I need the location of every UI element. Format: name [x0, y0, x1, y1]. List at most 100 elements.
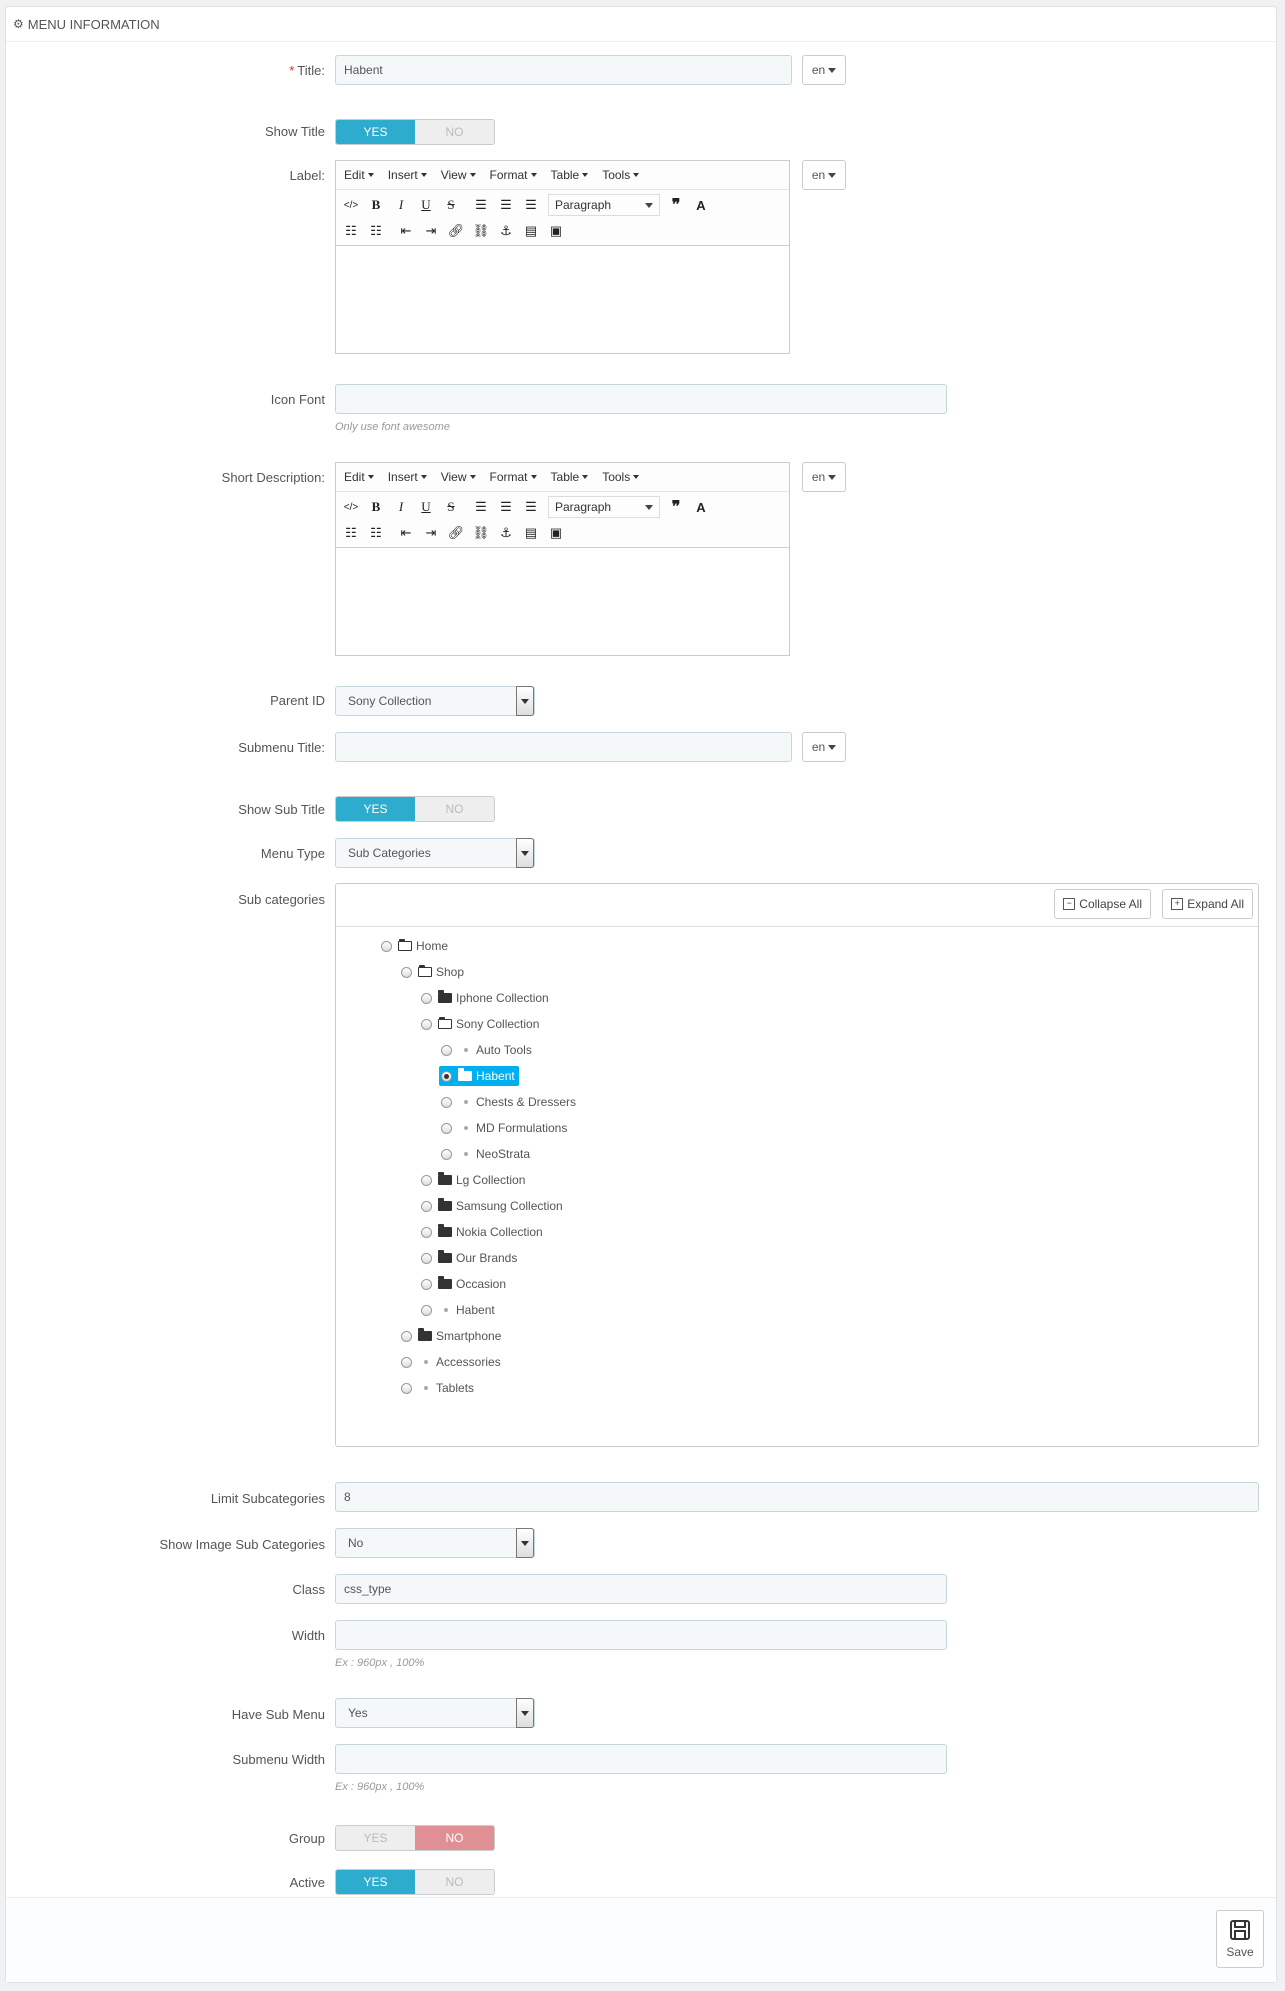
- numbered-list-icon[interactable]: ☷: [364, 220, 388, 242]
- show-sub-title-switch[interactable]: YES NO: [335, 796, 495, 822]
- paragraph-select[interactable]: Paragraph: [548, 194, 660, 216]
- class-input[interactable]: css_type: [335, 1574, 947, 1604]
- tree-node[interactable]: Chests & Dressers: [441, 1092, 576, 1112]
- paragraph-select[interactable]: Paragraph: [548, 496, 660, 518]
- label-editor-area[interactable]: [336, 246, 789, 354]
- tree-node[interactable]: Occasion: [421, 1274, 506, 1294]
- outdent-icon[interactable]: ⇤: [394, 220, 418, 242]
- group-yes[interactable]: YES: [336, 1826, 415, 1850]
- tree-node-radio[interactable]: [441, 1122, 452, 1134]
- active-switch[interactable]: YES NO: [335, 1869, 495, 1895]
- parent-id-select[interactable]: Sony Collection: [335, 686, 535, 716]
- bullet-list-icon[interactable]: ☷: [339, 220, 363, 242]
- bold-icon[interactable]: B: [364, 496, 388, 518]
- tree-node[interactable]: Auto Tools: [441, 1040, 532, 1060]
- tree-node-radio[interactable]: [421, 1278, 432, 1290]
- unlink-icon[interactable]: ⛓: [469, 522, 493, 544]
- tree-node-radio[interactable]: [381, 940, 392, 952]
- tree-node-radio[interactable]: [401, 1356, 412, 1368]
- menu-tools[interactable]: Tools: [602, 470, 640, 484]
- tree-node-radio[interactable]: [401, 1382, 412, 1394]
- show-image-sub-categories-select[interactable]: No: [335, 1528, 535, 1558]
- tree-node-radio[interactable]: [441, 1070, 452, 1082]
- blockquote-icon[interactable]: ❞: [664, 496, 688, 518]
- active-yes[interactable]: YES: [336, 1870, 415, 1894]
- submenu-title-lang-button[interactable]: en: [802, 732, 846, 762]
- tree-node[interactable]: Smartphone: [401, 1326, 501, 1346]
- tree-node-radio[interactable]: [421, 1174, 432, 1186]
- indent-icon[interactable]: ⇥: [419, 220, 443, 242]
- anchor-icon[interactable]: ⚓︎: [494, 220, 518, 242]
- outdent-icon[interactable]: ⇤: [394, 522, 418, 544]
- blockquote-icon[interactable]: ❞: [664, 194, 688, 216]
- tree-node[interactable]: Tablets: [401, 1378, 474, 1398]
- expand-all-button[interactable]: + Expand All: [1162, 889, 1253, 919]
- tree-node-radio[interactable]: [441, 1096, 452, 1108]
- show-title-yes[interactable]: YES: [336, 120, 415, 144]
- icon-font-input[interactable]: [335, 384, 947, 414]
- menu-format[interactable]: Format: [490, 168, 537, 182]
- group-no[interactable]: NO: [415, 1826, 494, 1850]
- tree-node-radio[interactable]: [421, 1252, 432, 1264]
- unlink-icon[interactable]: ⛓: [469, 220, 493, 242]
- short-description-editor[interactable]: Edit Insert View Format Table Tools </> …: [335, 462, 790, 656]
- image-icon[interactable]: ▣: [544, 522, 568, 544]
- tree-node-radio[interactable]: [421, 1018, 432, 1030]
- anchor-icon[interactable]: ⚓︎: [494, 522, 518, 544]
- numbered-list-icon[interactable]: ☷: [364, 522, 388, 544]
- label-rich-editor[interactable]: Edit Insert View Format Table Tools </> …: [335, 160, 790, 354]
- media-icon[interactable]: ▤: [519, 220, 543, 242]
- menu-edit[interactable]: Edit: [344, 168, 374, 182]
- limit-subcategories-input[interactable]: 8: [335, 1482, 1259, 1512]
- bold-icon[interactable]: B: [364, 194, 388, 216]
- link-icon[interactable]: 🔗︎: [444, 220, 468, 242]
- show-title-switch[interactable]: YES NO: [335, 119, 495, 145]
- menu-tools[interactable]: Tools: [602, 168, 640, 182]
- menu-edit[interactable]: Edit: [344, 470, 374, 484]
- code-icon[interactable]: </>: [339, 194, 363, 216]
- align-right-icon[interactable]: ☰: [519, 496, 543, 518]
- title-lang-button[interactable]: en: [802, 55, 846, 85]
- menu-insert[interactable]: Insert: [388, 168, 427, 182]
- align-center-icon[interactable]: ☰: [494, 496, 518, 518]
- code-icon[interactable]: </>: [339, 496, 363, 518]
- italic-icon[interactable]: I: [389, 496, 413, 518]
- align-right-icon[interactable]: ☰: [519, 194, 543, 216]
- tree-node-radio[interactable]: [441, 1044, 452, 1056]
- show-title-no[interactable]: NO: [415, 120, 494, 144]
- link-icon[interactable]: 🔗︎: [444, 522, 468, 544]
- tree-node-radio[interactable]: [421, 992, 432, 1004]
- have-sub-menu-select[interactable]: Yes: [335, 1698, 535, 1728]
- tree-node[interactable]: Lg Collection: [421, 1170, 525, 1190]
- tree-node[interactable]: Iphone Collection: [421, 988, 549, 1008]
- tree-node[interactable]: Samsung Collection: [421, 1196, 563, 1216]
- show-sub-title-yes[interactable]: YES: [336, 797, 415, 821]
- group-switch[interactable]: YES NO: [335, 1825, 495, 1851]
- title-input[interactable]: Habent: [335, 55, 792, 85]
- save-button[interactable]: Save: [1216, 1910, 1264, 1968]
- tree-node-radio[interactable]: [441, 1148, 452, 1160]
- submenu-width-input[interactable]: [335, 1744, 947, 1774]
- menu-insert[interactable]: Insert: [388, 470, 427, 484]
- text-color-icon[interactable]: A: [689, 496, 713, 518]
- tree-node[interactable]: NeoStrata: [441, 1144, 530, 1164]
- tree-node-radio[interactable]: [401, 966, 412, 978]
- submenu-title-input[interactable]: [335, 732, 792, 762]
- underline-icon[interactable]: U: [414, 194, 438, 216]
- menu-table[interactable]: Table: [551, 470, 589, 484]
- align-left-icon[interactable]: ☰: [469, 496, 493, 518]
- active-no[interactable]: NO: [415, 1870, 494, 1894]
- text-color-icon[interactable]: A: [689, 194, 713, 216]
- tree-node-radio[interactable]: [401, 1330, 412, 1342]
- menu-table[interactable]: Table: [551, 168, 589, 182]
- width-input[interactable]: [335, 1620, 947, 1650]
- menu-type-select[interactable]: Sub Categories: [335, 838, 535, 868]
- image-icon[interactable]: ▣: [544, 220, 568, 242]
- menu-format[interactable]: Format: [490, 470, 537, 484]
- tree-node-radio[interactable]: [421, 1226, 432, 1238]
- short-description-lang-button[interactable]: en: [802, 462, 846, 492]
- align-left-icon[interactable]: ☰: [469, 194, 493, 216]
- indent-icon[interactable]: ⇥: [419, 522, 443, 544]
- tree-node[interactable]: MD Formulations: [441, 1118, 567, 1138]
- tree-node-radio[interactable]: [421, 1200, 432, 1212]
